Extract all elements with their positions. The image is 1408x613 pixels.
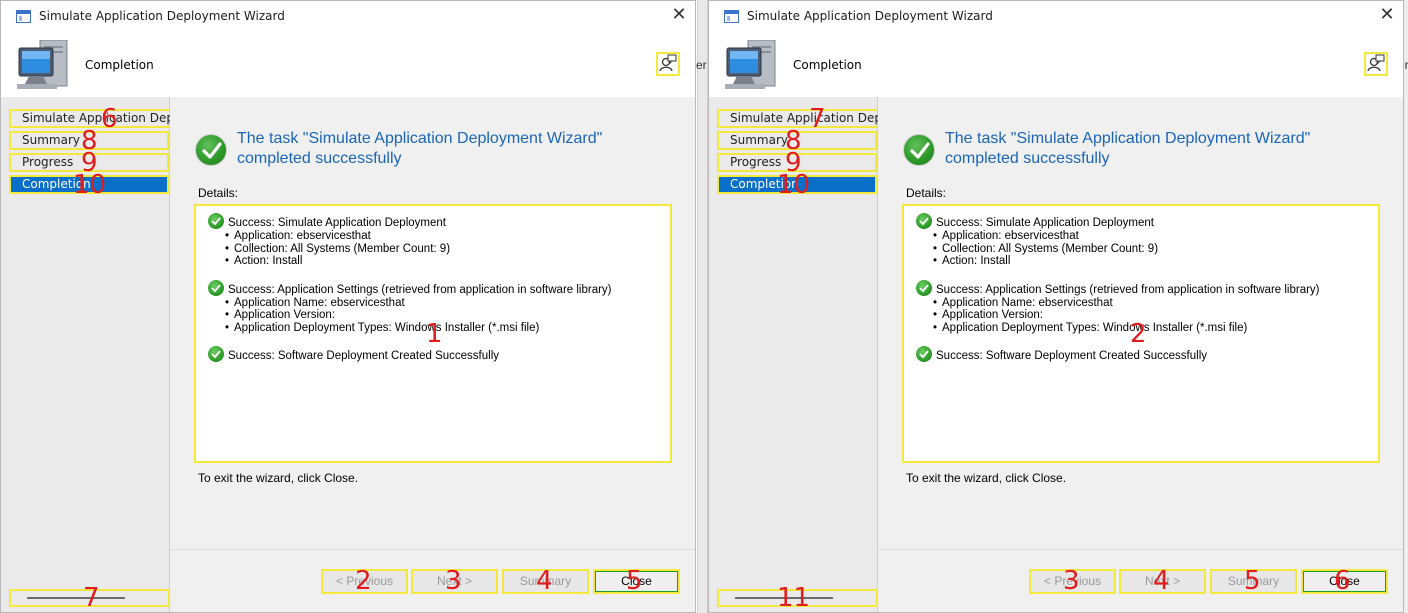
details-label: Details: bbox=[198, 186, 239, 200]
page-title: Completion bbox=[793, 58, 862, 72]
detail-entry: Success: Software Deployment Created Suc… bbox=[208, 346, 658, 364]
wizard-nav-pane: Simulate Application Deploy 7 Summary 8 … bbox=[709, 97, 922, 612]
completion-headline: The task "Simulate Application Deploymen… bbox=[237, 130, 603, 167]
help-icon[interactable] bbox=[1364, 52, 1388, 76]
detail-entry: Success: Application Settings (retrieved… bbox=[916, 279, 1366, 335]
nav-label: Summary bbox=[22, 133, 80, 147]
detail-item: Action: Install bbox=[933, 255, 1366, 268]
divider bbox=[878, 549, 1403, 550]
divider bbox=[170, 549, 695, 550]
detail-item: Application Deployment Types: Windows In… bbox=[225, 322, 658, 335]
nav-item-completion[interactable]: Completion bbox=[9, 175, 169, 194]
close-button[interactable]: Close bbox=[593, 569, 680, 594]
wizard-header: Completion bbox=[1, 32, 695, 97]
computer-icon bbox=[17, 40, 68, 89]
success-check-icon bbox=[916, 213, 932, 229]
detail-title: Success: Application Settings (retrieved… bbox=[228, 283, 612, 296]
detail-item: Application Version: bbox=[933, 309, 1366, 322]
details-box: Success: Simulate Application Deployment… bbox=[902, 204, 1380, 463]
nav-label: Simulate Application Deploy bbox=[730, 111, 880, 125]
wizard-window: Simulate Application Deployment Wizard ✕… bbox=[708, 0, 1404, 613]
detail-entry: Success: Simulate Application Deployment… bbox=[208, 213, 658, 268]
detail-entry: Success: Application Settings (retrieved… bbox=[208, 279, 658, 335]
nav-label: Simulate Application Deploy bbox=[22, 111, 172, 125]
nav-item-summary[interactable]: Summary bbox=[9, 131, 169, 150]
detail-item: Application Name: ebservicesthat bbox=[225, 297, 658, 310]
nav-label: Completion bbox=[730, 177, 799, 191]
summary-button[interactable]: Summary bbox=[1210, 569, 1297, 594]
nav-label: Progress bbox=[22, 155, 74, 169]
nav-item-completion[interactable]: Completion bbox=[717, 175, 877, 194]
success-check-icon bbox=[208, 279, 224, 296]
detail-item: Action: Install bbox=[225, 255, 658, 268]
detail-item: Collection: All Systems (Member Count: 9… bbox=[225, 243, 658, 256]
app-window-icon bbox=[16, 10, 31, 23]
detail-entry: Success: Software Deployment Created Suc… bbox=[916, 346, 1366, 364]
wizard-window: Simulate Application Deployment Wizard ✕… bbox=[0, 0, 696, 613]
success-check-icon bbox=[208, 213, 224, 229]
detail-item: Application Version: bbox=[225, 309, 658, 322]
exit-instructions: To exit the wizard, click Close. bbox=[198, 471, 359, 485]
background-edge-text: er bbox=[696, 58, 707, 72]
exit-instructions: To exit the wizard, click Close. bbox=[906, 471, 1067, 485]
close-window-button[interactable]: ✕ bbox=[671, 6, 687, 25]
detail-item: Application: ebservicesthat bbox=[225, 230, 658, 243]
nav-label: Summary bbox=[730, 133, 788, 147]
detail-title: Success: Software Deployment Created Suc… bbox=[936, 350, 1208, 362]
detail-title: Success: Software Deployment Created Suc… bbox=[228, 350, 500, 362]
details-box: Success: Simulate Application Deployment… bbox=[194, 204, 672, 463]
background-window-edge: er bbox=[696, 0, 708, 613]
wizard-content: The task "Simulate Application Deploymen… bbox=[170, 97, 695, 612]
wizard-nav-pane: Simulate Application Deploy 6 Summary 8 … bbox=[1, 97, 214, 612]
close-button[interactable]: Close bbox=[1301, 569, 1388, 594]
wizard-content: The task "Simulate Application Deploymen… bbox=[878, 97, 1403, 612]
nav-item-summary[interactable]: Summary bbox=[717, 131, 877, 150]
detail-item: Application: ebservicesthat bbox=[933, 230, 1366, 243]
pane-resize-handle[interactable] bbox=[9, 589, 170, 607]
detail-item: Collection: All Systems (Member Count: 9… bbox=[933, 243, 1366, 256]
nav-label: Progress bbox=[730, 155, 782, 169]
nav-item-progress[interactable]: Progress bbox=[717, 153, 877, 172]
title-bar[interactable]: Simulate Application Deployment Wizard ✕ bbox=[1, 1, 695, 32]
nav-label: Completion bbox=[22, 177, 91, 191]
summary-button[interactable]: Summary bbox=[502, 569, 589, 594]
detail-item: Application Name: ebservicesthat bbox=[933, 297, 1366, 310]
app-window-icon bbox=[724, 10, 739, 23]
details-label: Details: bbox=[906, 186, 947, 200]
window-title: Simulate Application Deployment Wizard bbox=[39, 9, 285, 23]
nav-item-progress[interactable]: Progress bbox=[9, 153, 169, 172]
computer-icon bbox=[725, 40, 776, 89]
next-button[interactable]: Next > bbox=[411, 569, 498, 594]
detail-title: Success: Simulate Application Deployment bbox=[228, 217, 446, 229]
detail-title: Success: Simulate Application Deployment bbox=[936, 217, 1154, 229]
previous-button[interactable]: < Previous bbox=[1029, 569, 1116, 594]
previous-button[interactable]: < Previous bbox=[321, 569, 408, 594]
success-check-icon bbox=[195, 134, 227, 166]
success-check-icon bbox=[208, 346, 224, 362]
window-title: Simulate Application Deployment Wizard bbox=[747, 9, 993, 23]
close-window-button[interactable]: ✕ bbox=[1379, 6, 1395, 25]
success-check-icon bbox=[916, 279, 932, 296]
detail-entry: Success: Simulate Application Deployment… bbox=[916, 213, 1366, 268]
detail-title: Success: Application Settings (retrieved… bbox=[936, 283, 1320, 296]
success-check-icon bbox=[903, 134, 935, 166]
help-icon[interactable] bbox=[656, 52, 680, 76]
next-button[interactable]: Next > bbox=[1119, 569, 1206, 594]
pane-resize-handle[interactable] bbox=[717, 589, 878, 607]
success-check-icon bbox=[916, 346, 932, 362]
title-bar[interactable]: Simulate Application Deployment Wizard ✕ bbox=[709, 1, 1403, 32]
page-title: Completion bbox=[85, 58, 154, 72]
completion-headline: The task "Simulate Application Deploymen… bbox=[945, 130, 1311, 167]
detail-item: Application Deployment Types: Windows In… bbox=[933, 322, 1366, 335]
wizard-header: Completion bbox=[709, 32, 1403, 97]
